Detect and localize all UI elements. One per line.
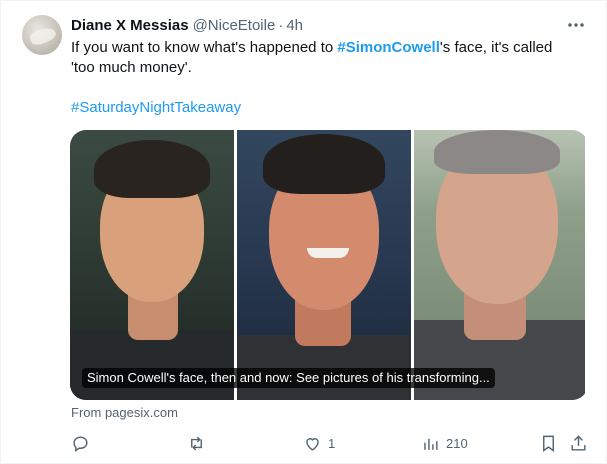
like-count: 1 <box>328 435 336 451</box>
bookmark-icon <box>543 435 554 452</box>
reply-icon <box>73 435 88 452</box>
photo-middle <box>237 130 411 400</box>
share-icon <box>571 434 586 451</box>
tweet-container[interactable]: Diane X Messias @NiceEtoile · 4h If you … <box>0 0 607 464</box>
tweet-text-prefix: If you want to know what's happened to <box>71 39 338 56</box>
reply-button[interactable] <box>71 429 90 457</box>
like-button[interactable]: 1 <box>303 429 335 457</box>
retweet-button[interactable] <box>187 429 206 457</box>
link-card[interactable]: Simon Cowell's face, then and now: See p… <box>70 130 588 400</box>
action-bar: 1 210 <box>63 429 593 457</box>
author-name[interactable]: Diane X Messias <box>71 17 189 34</box>
heart-icon <box>306 437 319 451</box>
share-button[interactable] <box>569 429 588 457</box>
tweet-text-line2: 'too much money'. <box>71 59 192 76</box>
author-handle[interactable]: @NiceEtoile <box>193 17 276 34</box>
card-source[interactable]: From pagesix.com <box>71 405 178 420</box>
tweet-header: Diane X Messias @NiceEtoile · 4h <box>71 15 303 35</box>
views-button[interactable]: 210 <box>421 429 468 457</box>
tweet-text-suffix: 's face, it's called <box>439 39 553 56</box>
hashtag-simoncowell[interactable]: #SimonCowell <box>337 39 440 56</box>
views-icon <box>424 438 438 450</box>
more-options-icon[interactable] <box>566 15 586 35</box>
photo-now <box>414 130 585 400</box>
views-count: 210 <box>446 435 468 451</box>
photo-then <box>70 130 234 400</box>
avatar[interactable] <box>22 15 62 55</box>
separator: · <box>278 16 284 34</box>
bookmark-button[interactable] <box>539 429 558 457</box>
tweet-text-line1: If you want to know what's happened to #… <box>71 38 591 58</box>
card-caption: Simon Cowell's face, then and now: See p… <box>82 368 495 388</box>
hashtag-saturdaynighttakeaway[interactable]: #SaturdayNightTakeaway <box>71 98 241 118</box>
retweet-icon <box>191 436 202 450</box>
timestamp[interactable]: 4h <box>286 17 303 34</box>
